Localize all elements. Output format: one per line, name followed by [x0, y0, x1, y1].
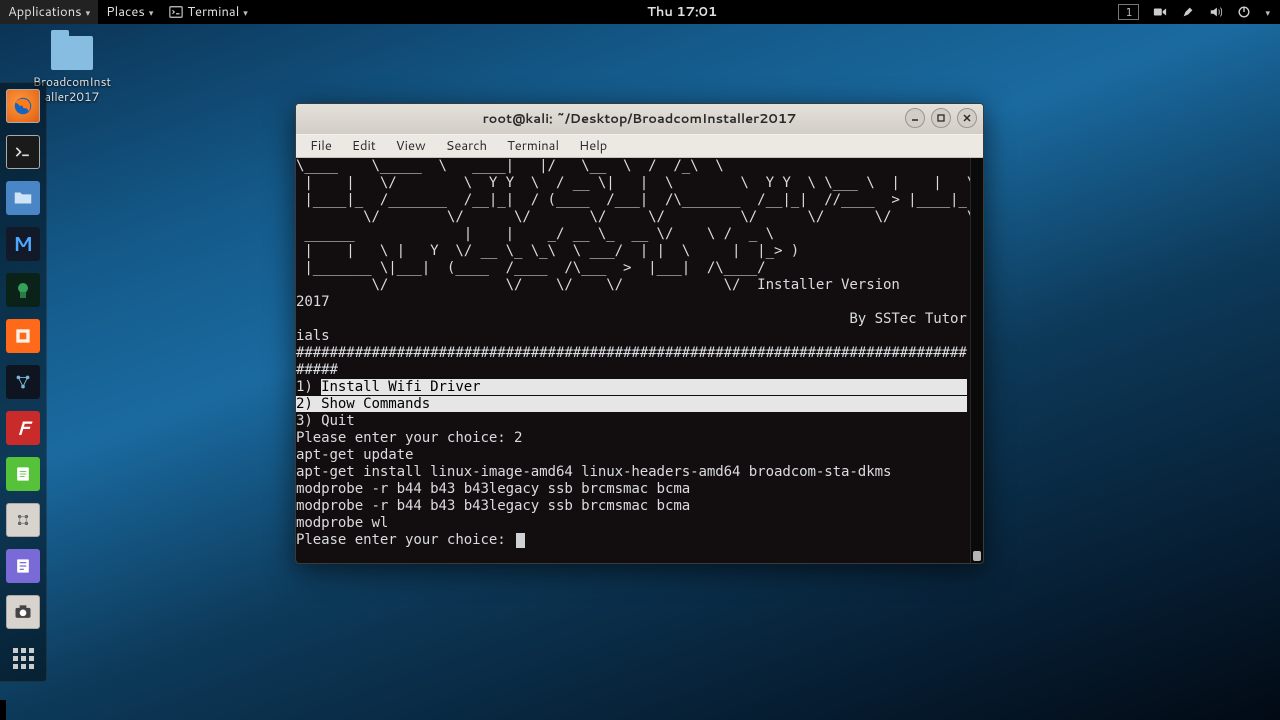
menu-opt-2: 2) Show Commands	[296, 396, 430, 412]
terminal-app-menu[interactable]: Terminal ▾	[161, 0, 255, 24]
dock: M F	[0, 82, 47, 682]
cmd-line: apt-get update	[296, 447, 413, 463]
folder-icon	[51, 36, 93, 70]
dock-item-screenshot[interactable]	[6, 595, 40, 629]
hash-line: ########################################…	[296, 345, 967, 361]
terminal-window: root@kali: ~/Desktop/BroadcomInstaller20…	[295, 103, 984, 564]
menu-view[interactable]: View	[386, 134, 436, 158]
chevron-down-icon: ▾	[243, 6, 248, 19]
menu-edit[interactable]: Edit	[342, 134, 386, 158]
places-label: Places	[106, 3, 145, 21]
ascii-line: |____|_ /_______ /__|_| / (____ /___| /\…	[296, 192, 970, 208]
menu-search[interactable]: Search	[436, 134, 497, 158]
menu-help[interactable]: Help	[569, 134, 617, 158]
prompt-line: Please enter your choice:	[296, 532, 514, 548]
chevron-down-icon: ▾	[86, 6, 91, 19]
bottom-panel-hint	[0, 700, 6, 720]
record-icon[interactable]	[1153, 5, 1167, 19]
menu-opt-3: 3) Quit	[296, 413, 355, 429]
cmd-line: apt-get install linux-image-amd64 linux-…	[296, 464, 891, 480]
dock-item-tweaks[interactable]	[6, 503, 40, 537]
minimize-button[interactable]	[905, 108, 925, 128]
dock-item-firefox[interactable]	[6, 89, 40, 123]
brush-icon[interactable]	[1181, 5, 1195, 19]
workspace-badge[interactable]: 1	[1118, 4, 1139, 20]
applications-menu[interactable]: Applications ▾	[0, 0, 98, 24]
menu-opt-1: 1) Install Wifi Driver	[296, 379, 967, 395]
dock-item-leafpad[interactable]	[6, 457, 40, 491]
close-button[interactable]	[957, 108, 977, 128]
maximize-button[interactable]	[931, 108, 951, 128]
prompt-line: Please enter your choice: 2	[296, 430, 522, 446]
top-panel: Applications ▾ Places ▾ Terminal ▾ Thu 17:0…	[0, 0, 1280, 24]
dock-item-metasploit[interactable]: M	[6, 227, 40, 261]
scrollbar-thumb[interactable]	[973, 551, 981, 561]
dock-item-editor[interactable]	[6, 549, 40, 583]
byline-wrap: ials	[296, 328, 330, 344]
ascii-line: | | \ | Y \/ __ \_ \_\ \ ___/ | | \ | |_…	[296, 243, 799, 259]
ascii-line: \____ \_____ \ ____| |/ \__ \ / /_\ \	[296, 158, 724, 174]
ascii-line: |_______ \|___| (____ /____ /\___ > |___…	[296, 260, 774, 276]
dock-item-files[interactable]	[6, 181, 40, 215]
cmd-line: modprobe -r b44 b43 b43legacy ssb brcmsm…	[296, 481, 690, 497]
volume-icon[interactable]	[1209, 5, 1223, 19]
dock-item-burp[interactable]	[6, 319, 40, 353]
dock-item-apps-grid[interactable]	[6, 641, 40, 675]
terminal-output[interactable]: \____ \_____ \ ____| |/ \__ \ / /_\ \ | …	[296, 158, 970, 563]
clock[interactable]: Thu 17:01	[256, 3, 1109, 21]
dock-item-terminal[interactable]	[6, 135, 40, 169]
chevron-down-icon: ▾	[149, 6, 154, 19]
ascii-line: | | \/ \ Y Y \ / __ \| | \ \ Y Y \ \___ …	[296, 175, 970, 191]
ascii-line: ______ | | _/ __ \_ __ \/ \ / _ \	[296, 226, 774, 242]
menubar: File Edit View Search Terminal Help	[296, 134, 983, 158]
terminal-app-label: Terminal	[187, 3, 239, 21]
banner-line: \/ \/ \/ \/ \/ Installer Version	[296, 277, 908, 293]
dock-item-armitage[interactable]	[6, 273, 40, 307]
cmd-line: modprobe wl	[296, 515, 388, 531]
chevron-down-icon[interactable]: ▾	[1265, 6, 1270, 19]
menu-file[interactable]: File	[300, 134, 342, 158]
dock-item-faraday[interactable]: F	[6, 411, 40, 445]
window-title: root@kali: ~/Desktop/BroadcomInstaller20…	[483, 110, 797, 128]
dock-item-maltego[interactable]	[6, 365, 40, 399]
byline: By SSTec Tutor	[296, 311, 967, 327]
applications-label: Applications	[8, 3, 82, 21]
selected-text: Install Wifi Driver	[321, 379, 480, 395]
cmd-line: modprobe -r b44 b43 b43legacy ssb brcmsm…	[296, 498, 690, 514]
banner-year: 2017	[296, 294, 330, 310]
terminal-icon	[169, 5, 183, 19]
places-menu[interactable]: Places ▾	[98, 0, 161, 24]
ascii-line: \/ \/ \/ \/ \/ \/ \/ \/ \/ \/ \/	[296, 209, 970, 225]
scrollbar[interactable]	[970, 158, 983, 563]
hash-line: #####	[296, 362, 338, 378]
menu-terminal[interactable]: Terminal	[497, 134, 569, 158]
titlebar[interactable]: root@kali: ~/Desktop/BroadcomInstaller20…	[296, 104, 983, 134]
power-icon[interactable]	[1237, 5, 1251, 19]
cursor-icon	[516, 533, 525, 548]
